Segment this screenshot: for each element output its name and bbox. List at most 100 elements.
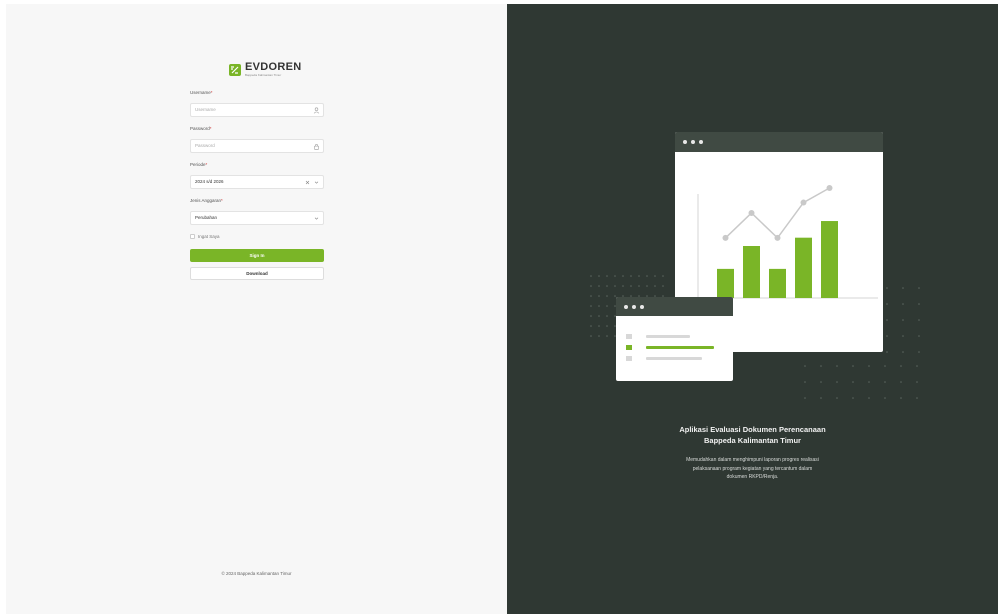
decor-dot xyxy=(902,335,904,337)
promo-description: Memudahkan dalam menghimpuni laporan pro… xyxy=(686,457,819,480)
decor-dot xyxy=(606,325,608,327)
chart-point xyxy=(748,209,755,216)
logo-name: EVDOREN xyxy=(245,61,302,73)
decor-dot xyxy=(606,275,608,277)
decor-dot xyxy=(646,285,648,287)
decor-dot xyxy=(598,285,600,287)
password-label: Password* xyxy=(190,126,212,131)
window-dot xyxy=(632,304,636,309)
decor-dot xyxy=(654,275,656,277)
logo-mark-icon xyxy=(229,63,241,76)
decor-dot xyxy=(598,315,600,317)
chart-point xyxy=(774,234,781,241)
decor-dot xyxy=(918,351,920,353)
password-field[interactable]: Password xyxy=(190,139,324,153)
decor-dot xyxy=(598,275,600,277)
decor-dot xyxy=(884,365,886,367)
remember-label: Ingat Saya xyxy=(198,234,220,239)
window-dot xyxy=(691,140,695,144)
username-field[interactable]: Username xyxy=(190,103,324,117)
decor-dot xyxy=(820,381,822,383)
chart-point xyxy=(722,234,729,241)
chevron-down-icon[interactable] xyxy=(314,216,319,221)
jenis-anggaran-label: Jenis Anggaran* xyxy=(190,198,223,203)
decor-dot xyxy=(590,275,592,277)
decor-dot xyxy=(916,381,918,383)
decor-dot xyxy=(836,381,838,383)
list-window xyxy=(616,297,733,381)
decor-dot xyxy=(590,295,592,297)
chevron-down-icon[interactable] xyxy=(314,180,319,185)
chart-bar xyxy=(795,237,812,298)
decor-dot xyxy=(630,285,632,287)
decor-dot xyxy=(606,315,608,317)
decor-dot xyxy=(886,335,888,337)
password-placeholder: Password xyxy=(195,143,215,148)
decor-dot xyxy=(654,285,656,287)
login-form: Username* Username Password* Password Pe… xyxy=(190,90,324,280)
dot-grid-right xyxy=(886,287,920,353)
decor-dot xyxy=(836,397,838,399)
decor-dot xyxy=(868,381,870,383)
decor-dot xyxy=(902,287,904,289)
username-placeholder: Username xyxy=(195,107,216,112)
window-dot xyxy=(699,140,703,144)
decor-dot xyxy=(614,285,616,287)
remember-me[interactable]: Ingat Saya xyxy=(190,234,324,239)
decor-dot xyxy=(852,397,854,399)
decor-dot xyxy=(836,365,838,367)
decor-dot xyxy=(622,275,624,277)
decor-dot xyxy=(598,325,600,327)
decor-dot xyxy=(918,287,920,289)
decor-dot xyxy=(662,285,664,287)
clear-icon[interactable] xyxy=(305,180,310,185)
periode-value: 2024 s/d 2026 xyxy=(195,179,224,184)
chart-point xyxy=(800,199,807,206)
decor-dot xyxy=(868,397,870,399)
decor-dot xyxy=(886,351,888,353)
decor-dot xyxy=(900,397,902,399)
list-window-titlebar xyxy=(616,297,733,316)
decor-dot xyxy=(884,397,886,399)
sign-in-button[interactable]: Sign In xyxy=(190,249,324,262)
decor-dot xyxy=(590,325,592,327)
decor-dot xyxy=(606,285,608,287)
decor-dot xyxy=(900,365,902,367)
decor-dot xyxy=(590,285,592,287)
logo: EVDOREN Bappeda Kalimantan Timur xyxy=(229,62,302,77)
periode-select[interactable]: 2024 s/d 2026 xyxy=(190,175,324,189)
chart-bar xyxy=(821,221,838,298)
chart-bar xyxy=(743,246,760,298)
decor-dot xyxy=(590,315,592,317)
decor-dot xyxy=(820,365,822,367)
decor-dot xyxy=(916,365,918,367)
decor-dot xyxy=(868,365,870,367)
promo-title: Aplikasi Evaluasi Dokumen Perencanaan Ba… xyxy=(679,425,826,445)
decor-dot xyxy=(638,275,640,277)
periode-label: Periode* xyxy=(190,162,208,167)
list-item xyxy=(626,356,702,361)
chart-bar xyxy=(717,268,734,298)
lock-icon[interactable] xyxy=(313,143,320,150)
decor-dot xyxy=(614,275,616,277)
decor-dot xyxy=(606,295,608,297)
footer-copyright: © 2024 Bappeda Kalimantan Timur xyxy=(221,571,292,576)
username-label: Username* xyxy=(190,90,213,95)
decor-dot xyxy=(598,295,600,297)
decor-dot xyxy=(606,335,608,337)
list-item xyxy=(626,345,714,350)
remember-checkbox[interactable] xyxy=(190,234,195,239)
decor-dot xyxy=(804,397,806,399)
chart-bar xyxy=(769,268,786,298)
download-button[interactable]: Download xyxy=(190,267,324,280)
decor-dot xyxy=(590,305,592,307)
decor-dot xyxy=(886,287,888,289)
decor-dot xyxy=(900,381,902,383)
promo-panel: Aplikasi Evaluasi Dokumen Perencanaan Ba… xyxy=(507,4,998,614)
decor-dot xyxy=(630,275,632,277)
decor-dot xyxy=(598,335,600,337)
decor-dot xyxy=(852,365,854,367)
decor-dot xyxy=(606,305,608,307)
list-item xyxy=(626,334,690,339)
jenis-anggaran-select[interactable]: Perubahan xyxy=(190,211,324,225)
